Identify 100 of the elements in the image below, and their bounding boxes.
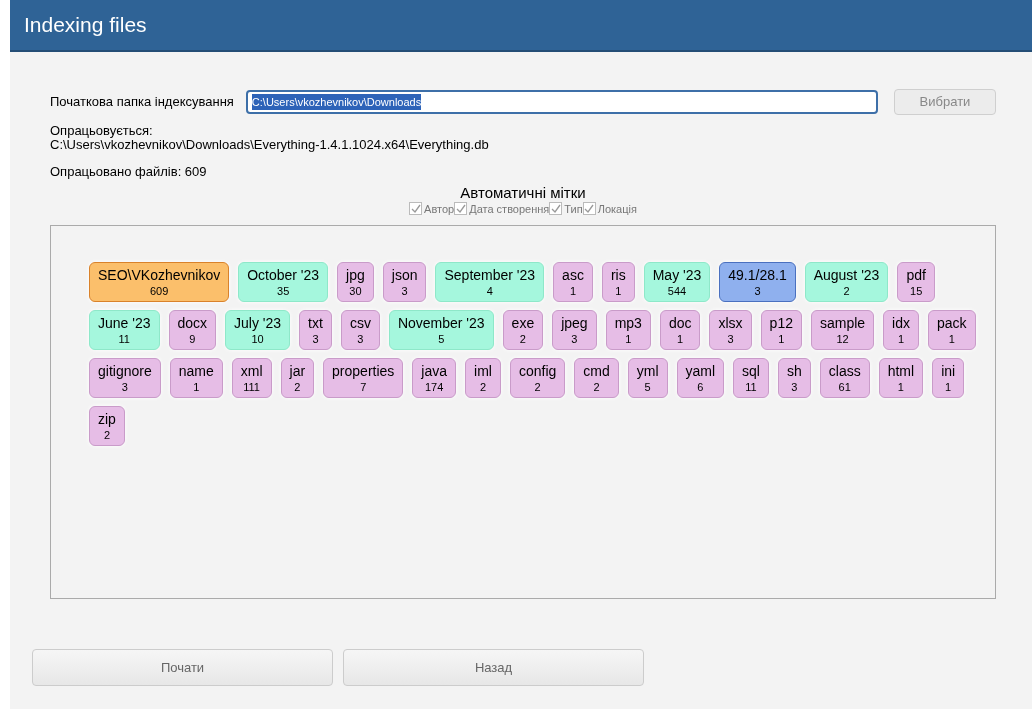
tag-count: 1	[948, 332, 955, 347]
tag-chip[interactable]: csv 3	[340, 310, 380, 350]
tag-name: sample	[819, 315, 866, 331]
tag-count: 35	[277, 284, 290, 299]
tag-chip[interactable]: pack 1	[928, 310, 976, 350]
tag-chip[interactable]: sql 11	[733, 358, 769, 398]
tag-chip[interactable]: html 1	[878, 358, 924, 398]
tag-chip[interactable]: SEO\VKozhevnikov 609	[89, 262, 230, 302]
tag-name: txt	[308, 315, 323, 331]
tag-name: csv	[349, 315, 371, 331]
tag-name: ini	[941, 363, 956, 379]
tag-chip[interactable]: json 3	[382, 262, 427, 302]
checkbox[interactable]	[454, 202, 468, 216]
tag-name: sh	[787, 363, 802, 379]
tag-count: 2	[519, 332, 526, 347]
tag-count: 3	[754, 284, 761, 299]
tag-chip[interactable]: mp3 1	[605, 310, 651, 350]
window-title: Indexing files	[24, 12, 147, 39]
tag-name: pdf	[906, 267, 926, 283]
tag-chip[interactable]: sample 12	[810, 310, 875, 350]
tag-name: mp3	[614, 315, 642, 331]
tag-count: 15	[910, 284, 923, 299]
tag-chip[interactable]: yaml 6	[676, 358, 725, 398]
tag-chip[interactable]: properties 7	[323, 358, 404, 398]
tag-count: 1	[897, 380, 904, 395]
tag-chip[interactable]: June '23 11	[89, 310, 160, 350]
tag-name: xlsx	[718, 315, 743, 331]
tag-chip[interactable]: jpeg 3	[552, 310, 597, 350]
tag-chip[interactable]: name 1	[169, 358, 223, 398]
tag-chip[interactable]: docx 9	[168, 310, 217, 350]
tag-chip[interactable]: November '23 5	[388, 310, 494, 350]
tag-chip[interactable]: txt 3	[299, 310, 332, 350]
tag-chip[interactable]: ris 1	[601, 262, 635, 302]
auto-tags-title: Автоматичні мітки	[460, 184, 586, 201]
tag-count: 3	[121, 380, 128, 395]
tag-name: asc	[562, 267, 584, 283]
tag-chip[interactable]: July '23 10	[225, 310, 291, 350]
tag-chip[interactable]: class 61	[819, 358, 870, 398]
tag-chip[interactable]: iml 2	[465, 358, 501, 398]
tag-count: 1	[898, 332, 905, 347]
tag-chip[interactable]: cmd 2	[574, 358, 619, 398]
checkbox[interactable]	[409, 202, 423, 216]
folder-path-field[interactable]: C:\Users\vkozhevnikov\Downloads	[245, 90, 878, 114]
tag-chip[interactable]: October '23 35	[238, 262, 329, 302]
tag-count: 3	[571, 332, 578, 347]
tag-chip[interactable]: zip 2	[89, 406, 125, 446]
tag-chip[interactable]: doc 1	[659, 310, 701, 350]
tag-count: 4	[486, 284, 493, 299]
tag-count: 1	[615, 284, 622, 299]
checkbox[interactable]	[582, 202, 596, 216]
tag-count: 174	[425, 380, 444, 395]
tag-count: 3	[401, 284, 408, 299]
action-button[interactable]: Назад	[343, 649, 644, 686]
tag-name: docx	[177, 315, 208, 331]
tag-count: 30	[349, 284, 362, 299]
tag-count: 3	[312, 332, 319, 347]
tag-count: 3	[791, 380, 798, 395]
tag-chip[interactable]: ini 1	[932, 358, 965, 398]
tag-count: 1	[625, 332, 632, 347]
tag-chip[interactable]: 49.1/28.1 3	[719, 262, 796, 302]
action-button[interactable]: Почати	[32, 649, 333, 686]
tag-name: November '23	[397, 315, 485, 331]
processed-count: Опрацьовано файлів: 609	[50, 163, 208, 181]
tag-chip[interactable]: gitignore 3	[89, 358, 161, 398]
tag-chip[interactable]: idx 1	[883, 310, 919, 350]
tag-chip[interactable]: sh 3	[778, 358, 811, 398]
tag-name: name	[178, 363, 214, 379]
tag-chip[interactable]: pdf 15	[897, 262, 935, 302]
checkbox[interactable]	[549, 202, 563, 216]
tag-chip[interactable]: java 174	[412, 358, 457, 398]
tag-count: 2	[294, 380, 301, 395]
tag-name: SEO\VKozhevnikov	[98, 267, 221, 283]
tag-count: 5	[438, 332, 445, 347]
tag-chip[interactable]: p12 1	[760, 310, 802, 350]
check-icon	[584, 203, 595, 214]
tag-count: 1	[945, 380, 952, 395]
tag-chip[interactable]: August '23 2	[804, 262, 889, 302]
tag-count: 12	[836, 332, 849, 347]
tag-count: 111	[243, 380, 260, 395]
tag-chip[interactable]: exe 2	[502, 310, 544, 350]
tag-chip[interactable]: asc 1	[553, 262, 593, 302]
tag-count: 2	[103, 428, 110, 443]
tag-name: September '23	[444, 267, 536, 283]
tag-chip[interactable]: jpg 30	[337, 262, 374, 302]
tag-count: 2	[843, 284, 850, 299]
tag-name: June '23	[98, 315, 151, 331]
tag-name: jar	[289, 363, 306, 379]
tag-chip[interactable]: jar 2	[280, 358, 315, 398]
tag-name: p12	[769, 315, 793, 331]
tag-chip[interactable]: config 2	[509, 358, 566, 398]
tag-count: 61	[838, 380, 851, 395]
tag-chip[interactable]: May '23 544	[643, 262, 711, 302]
tag-name: json	[391, 267, 418, 283]
tag-chip[interactable]: yml 5	[627, 358, 668, 398]
tag-chip[interactable]: xml 111	[231, 358, 272, 398]
tag-chip[interactable]: September '23 4	[435, 262, 545, 302]
processing-path: C:\Users\vkozhevnikov\Downloads\Everything-1.4.1.1024.x64\Everything.db	[50, 137, 490, 152]
check-icon	[455, 203, 466, 214]
tag-count: 5	[644, 380, 651, 395]
tag-chip[interactable]: xlsx 3	[709, 310, 752, 350]
